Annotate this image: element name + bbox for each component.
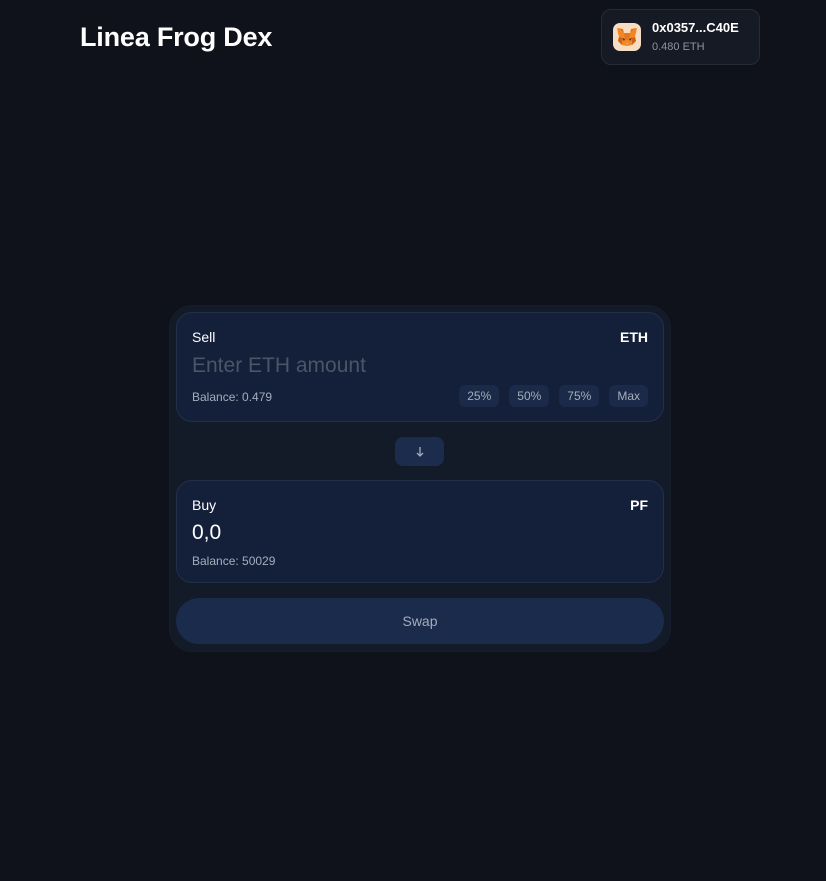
arrow-down-icon — [416, 446, 423, 457]
swap-card: Sell ETH Balance: 0.479 25% 50% 75% Max … — [170, 306, 670, 651]
wallet-address: 0x0357...C40E — [652, 19, 739, 35]
wallet-balance: 0.480 ETH — [652, 40, 705, 53]
percent-50-button[interactable]: 50% — [509, 385, 550, 407]
percent-25-button[interactable]: 25% — [459, 385, 500, 407]
sell-balance: Balance: 0.479 — [192, 390, 273, 404]
flip-direction-button[interactable] — [395, 437, 444, 466]
wallet-button[interactable]: 0x0357...C40E 0.480 ETH — [601, 9, 760, 65]
sell-amount-input[interactable] — [192, 351, 492, 381]
max-button[interactable]: Max — [609, 385, 648, 407]
buy-label: Buy — [192, 497, 217, 513]
metamask-fox-icon — [613, 23, 641, 51]
buy-balance: Balance: 50029 — [192, 554, 276, 568]
buy-panel: Buy PF 0,0 Balance: 50029 — [176, 480, 664, 583]
sell-panel: Sell ETH Balance: 0.479 25% 50% 75% Max — [176, 312, 664, 422]
percent-button-group: 25% 50% 75% Max — [459, 385, 648, 407]
buy-token[interactable]: PF — [630, 497, 648, 513]
sell-token[interactable]: ETH — [620, 329, 648, 345]
percent-75-button[interactable]: 75% — [559, 385, 600, 407]
sell-label: Sell — [192, 329, 216, 345]
app-title: Linea Frog Dex — [80, 22, 273, 52]
swap-button[interactable]: Swap — [176, 598, 664, 644]
buy-amount: 0,0 — [192, 521, 222, 544]
